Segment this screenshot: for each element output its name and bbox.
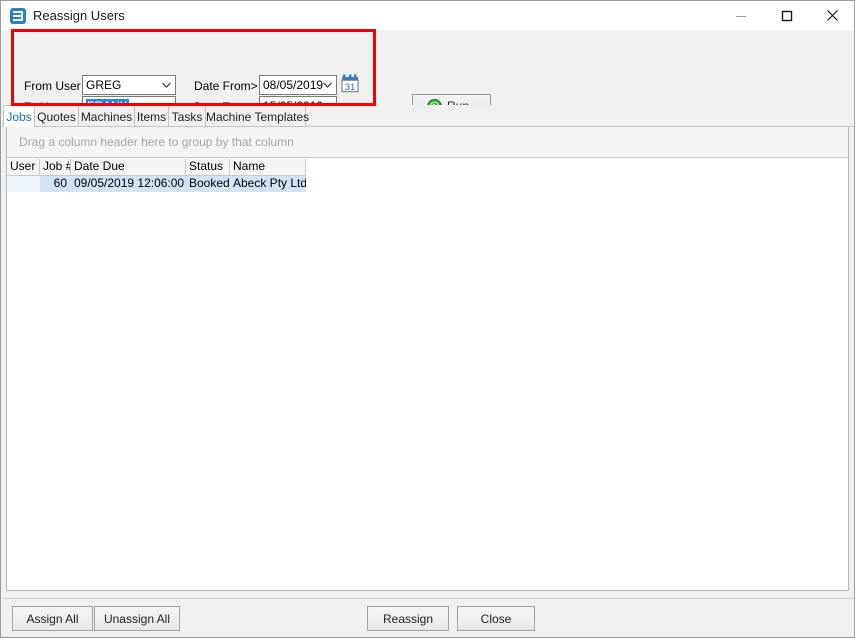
- tab-items[interactable]: Items: [134, 105, 169, 127]
- column-header-label: Name: [233, 159, 266, 173]
- tab-machine-templates[interactable]: Machine Templates: [205, 105, 310, 127]
- column-header-job[interactable]: Job #: [40, 159, 71, 176]
- column-header-user[interactable]: User: [7, 159, 40, 176]
- tab-label: Items: [136, 109, 167, 124]
- tab-quotes[interactable]: Quotes: [34, 105, 79, 127]
- window-title: Reassign Users: [33, 8, 125, 23]
- cell-user[interactable]: [7, 176, 40, 192]
- from-user-combobox[interactable]: GREG: [82, 75, 176, 95]
- criteria-panel: From User To User Date From> Date To< GR…: [2, 30, 853, 118]
- app-logo-icon: [10, 8, 26, 24]
- tab-bar: Jobs Quotes Machines Items Tasks Machine Temp…: [2, 105, 853, 127]
- reassign-button[interactable]: Reassign: [367, 606, 449, 631]
- tab-label: Quotes: [37, 109, 76, 124]
- cell-job[interactable]: 60: [40, 176, 71, 192]
- title-bar: Reassign Users: [1, 1, 854, 30]
- column-header-date-due[interactable]: Date Due: [71, 159, 186, 176]
- maximize-button[interactable]: [764, 1, 810, 30]
- maximize-icon: [781, 10, 793, 21]
- from-user-value: GREG: [86, 78, 122, 92]
- group-by-hint-text: Drag a column header here to group by th…: [19, 135, 294, 149]
- column-header-label: Status: [189, 159, 224, 173]
- column-header-label: User: [10, 159, 36, 173]
- tab-label: Machine Templates: [206, 109, 310, 124]
- cell-name[interactable]: Abeck Pty Ltd: [230, 176, 306, 192]
- assign-all-button[interactable]: Assign All: [12, 606, 93, 631]
- close-icon: [826, 10, 838, 21]
- tab-label: Jobs: [6, 109, 32, 124]
- chevron-down-icon: [323, 82, 332, 88]
- table-row[interactable]: 6009/05/2019 12:06:00 PMBookedAbeck Pty …: [7, 176, 306, 192]
- calendar-icon[interactable]: 31: [341, 74, 359, 94]
- minimize-icon: [736, 15, 746, 17]
- tab-label: Tasks: [171, 109, 203, 124]
- close-dialog-button[interactable]: Close: [457, 606, 535, 631]
- column-header-name[interactable]: Name: [230, 159, 306, 176]
- tab-label: Machines: [80, 109, 133, 124]
- unassign-all-button[interactable]: Unassign All: [94, 606, 180, 631]
- cell-status[interactable]: Booked: [186, 176, 230, 192]
- tab-jobs[interactable]: Jobs: [3, 105, 35, 127]
- close-button[interactable]: [810, 1, 854, 30]
- date-from-value: 08/05/2019: [263, 78, 324, 92]
- date-from-picker[interactable]: 08/05/2019: [259, 75, 337, 95]
- chevron-down-icon: [162, 82, 171, 88]
- tab-machines[interactable]: Machines: [78, 105, 135, 127]
- reassign-users-window: Reassign Users From User To User Date Fr…: [0, 0, 855, 638]
- column-header-status[interactable]: Status: [186, 159, 230, 176]
- cell-date-due[interactable]: 09/05/2019 12:06:00 PM: [71, 176, 186, 192]
- column-header-label: Job #: [43, 159, 71, 173]
- grid-header-row: User Job # Date Due Status Name: [7, 159, 306, 176]
- date-from-label: Date From>: [194, 79, 258, 93]
- jobs-grid-panel: Drag a column header here to group by th…: [6, 127, 849, 591]
- calendar-glyph: 31: [341, 74, 359, 93]
- from-user-label: From User: [24, 79, 81, 93]
- tab-tasks[interactable]: Tasks: [168, 105, 206, 127]
- column-header-label: Date Due: [74, 159, 125, 173]
- minimize-button[interactable]: [718, 1, 764, 30]
- group-by-dropzone[interactable]: Drag a column header here to group by th…: [7, 127, 848, 158]
- calendar-day-text: 31: [345, 82, 356, 93]
